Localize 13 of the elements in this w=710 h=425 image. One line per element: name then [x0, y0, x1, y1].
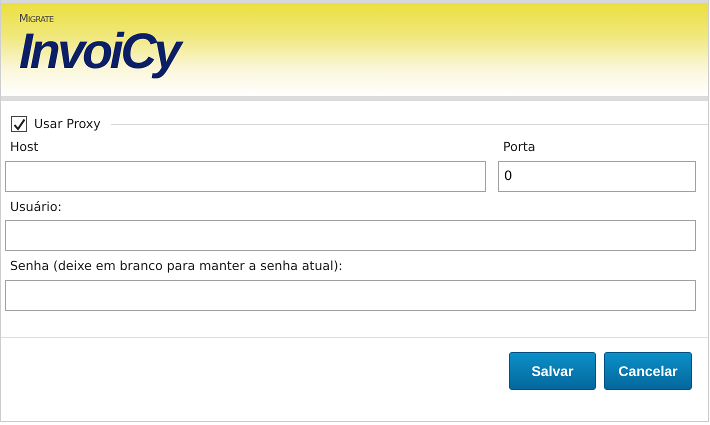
field-label: Host — [10, 138, 38, 154]
cancel-button[interactable]: Cancelar — [604, 352, 692, 390]
text-field[interactable]: 0 — [498, 160, 696, 192]
checkbox-label: Usar Proxy — [34, 115, 101, 133]
text-field[interactable] — [5, 160, 486, 192]
proxy-checkbox[interactable] — [11, 116, 27, 132]
field-label: Usuário: — [10, 198, 62, 214]
save-button[interactable]: Salvar — [509, 352, 596, 390]
field-label: Porta — [503, 138, 536, 154]
field-label: Senha (deixe em branco para manter a senha atual): — [10, 258, 343, 274]
text-field[interactable] — [5, 220, 696, 252]
brand-tagline: Migrate — [19, 11, 54, 27]
text-field[interactable] — [5, 280, 696, 311]
